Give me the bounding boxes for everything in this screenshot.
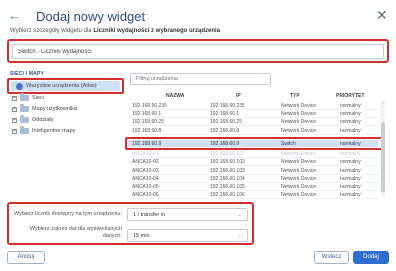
range-label: Wybierz zakres dat dla wyświetlanych dan… [29,226,122,239]
expand-icon[interactable]: + [12,95,17,101]
table-row[interactable]: ANCA10-04 192.168.60.104 Network Device … [128,175,378,183]
column-header-priority[interactable]: PRIORYTET [336,93,364,99]
tree-item-all-devices[interactable]: Wszystkie urządzenia (Atlas) [16,81,97,91]
range-select-value: 15 min [133,232,150,239]
table-row[interactable]: 192.168.60.25 192.168.60.25 Network Devi… [128,118,378,126]
counter-label: Wybierz licznik dostępny na tym urządzen… [13,211,122,217]
tree-item-label: Wszystkie urządzenia (Atlas) [26,83,97,89]
table-row[interactable]: ANCA10-05 192.168.60.105 Network Device … [128,183,378,191]
expand-icon[interactable]: + [12,106,17,112]
folder-icon [20,115,29,123]
dialog-subtitle: Wybierz szczegóły widgetu dla Liczniki w… [10,28,221,34]
tree-item-label: Inteligentne mapy [32,128,76,134]
column-header-type[interactable]: TYP [290,93,300,99]
expand-icon[interactable]: + [12,117,17,123]
expand-icon[interactable]: + [12,128,17,134]
tree-item-networks[interactable]: + Sieci [12,93,44,103]
table-header: NAZWA IP TYP PRIORYTET [128,92,378,101]
table-row[interactable]: ANCA10-03 192.168.60.103 Network Device … [128,167,378,175]
tree-item-branches[interactable]: + Oddziały [12,115,53,125]
table-row[interactable]: ANCA10-06 192.168.60.106 Network Device … [128,191,378,199]
column-header-ip[interactable]: IP [236,93,241,99]
tree-item-label: Oddziały [32,117,54,123]
column-header-name[interactable]: NAZWA [166,93,184,99]
range-select[interactable]: 15 min ⌄ [127,229,248,242]
table-row[interactable]: ANCA10-01 192.168.60.101 Network Device … [128,150,378,158]
tree-item-smart-maps[interactable]: + Inteligentne mapy [12,126,75,136]
tree-section-label: SIECI I MAPY [10,71,45,77]
widget-name-input[interactable] [12,44,384,59]
dialog-title: Dodaj nowy widget [36,9,146,24]
folder-icon [20,126,29,134]
table-scrollbar-thumb[interactable] [381,122,385,192]
tree-item-user-maps[interactable]: + Mapy użytkownika [12,104,77,114]
back-arrow-icon[interactable]: ← [8,9,26,23]
folder-icon [20,93,29,101]
table-row[interactable]: ANCA10-02 192.168.60.102 Network Device … [128,158,378,166]
back-button[interactable]: Wstecz [314,251,349,264]
chevron-down-icon: ⌄ [237,232,242,239]
add-button[interactable]: Dodaj [353,251,389,264]
chevron-down-icon: ⌄ [237,211,242,218]
selected-row-highlight [125,137,383,150]
table-row[interactable]: 192.168.50.235 192.168.50.235 Network De… [128,102,378,110]
counter-select[interactable]: 1 / transfer in ⌄ [127,208,248,221]
folder-icon [20,104,29,112]
table-row[interactable]: 192.168.60.1 192.168.60.1 Network Device… [128,110,378,118]
table-row[interactable]: 192.168.60.8 192.168.60.8 Network Device… [128,127,378,135]
globe-icon [16,82,23,90]
close-icon[interactable]: ✕ [376,8,390,22]
cancel-button[interactable]: Anuluj [7,251,45,264]
tree-item-label: Mapy użytkownika [32,106,77,112]
device-filter-input[interactable] [130,73,271,85]
tree-item-label: Sieci [32,95,44,101]
counter-select-value: 1 / transfer in [133,211,166,218]
